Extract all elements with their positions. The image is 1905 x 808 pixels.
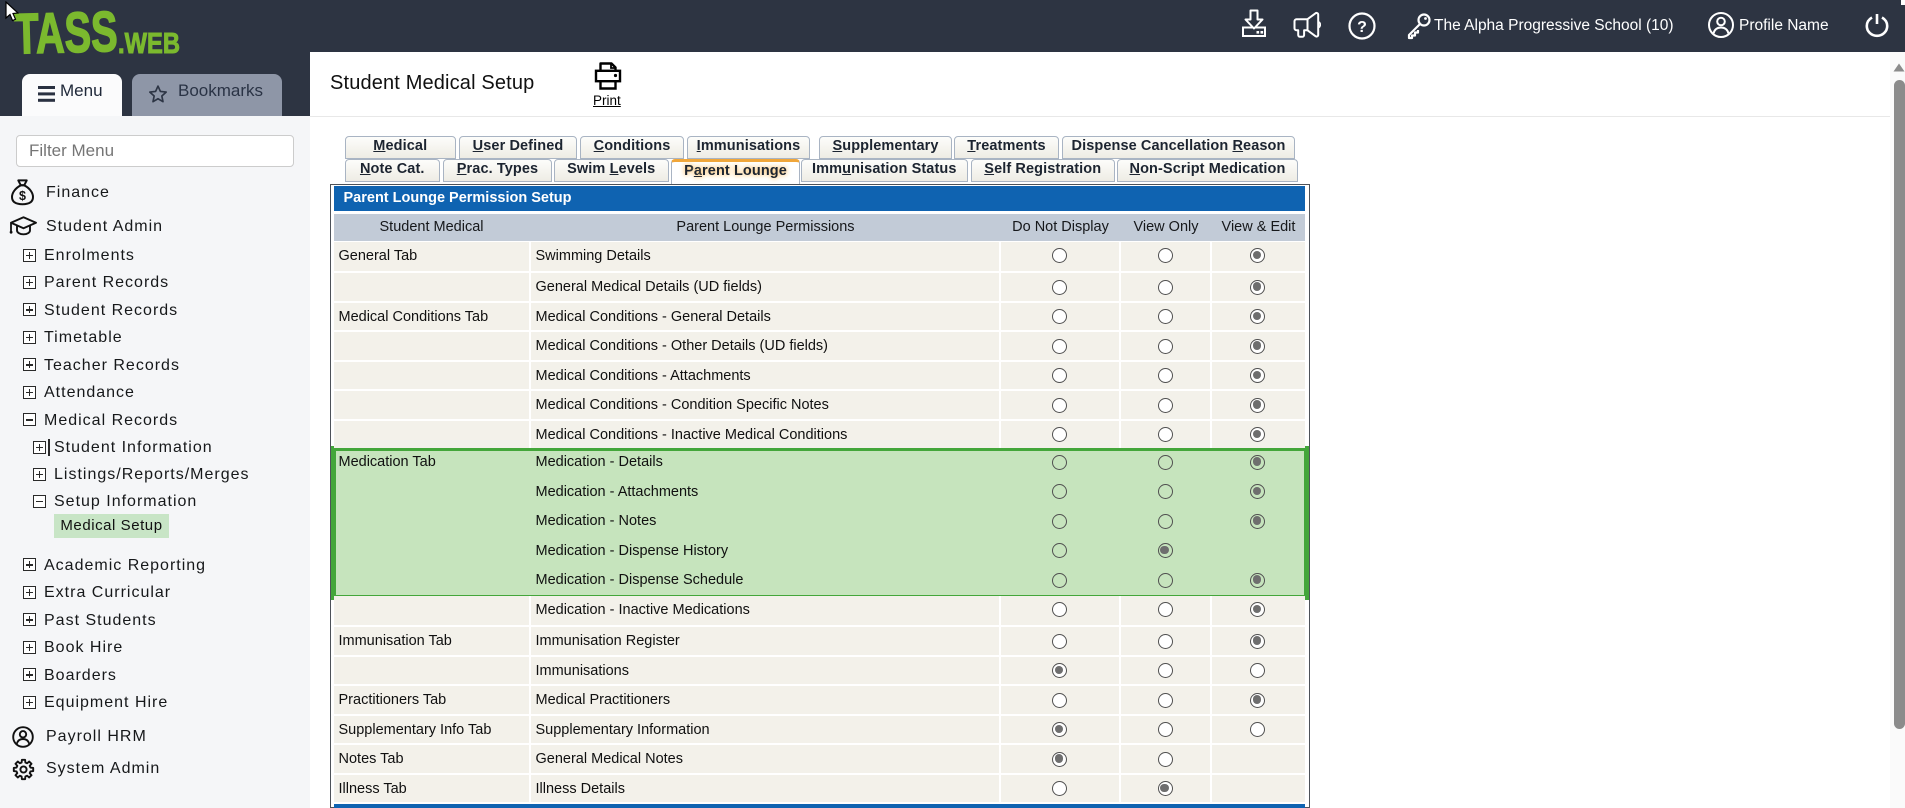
svg-text:?: ? (1357, 19, 1367, 36)
svg-text:.WEB: .WEB (118, 28, 180, 60)
svg-text:$: $ (19, 189, 26, 203)
svg-text:TASS: TASS (14, 6, 118, 62)
